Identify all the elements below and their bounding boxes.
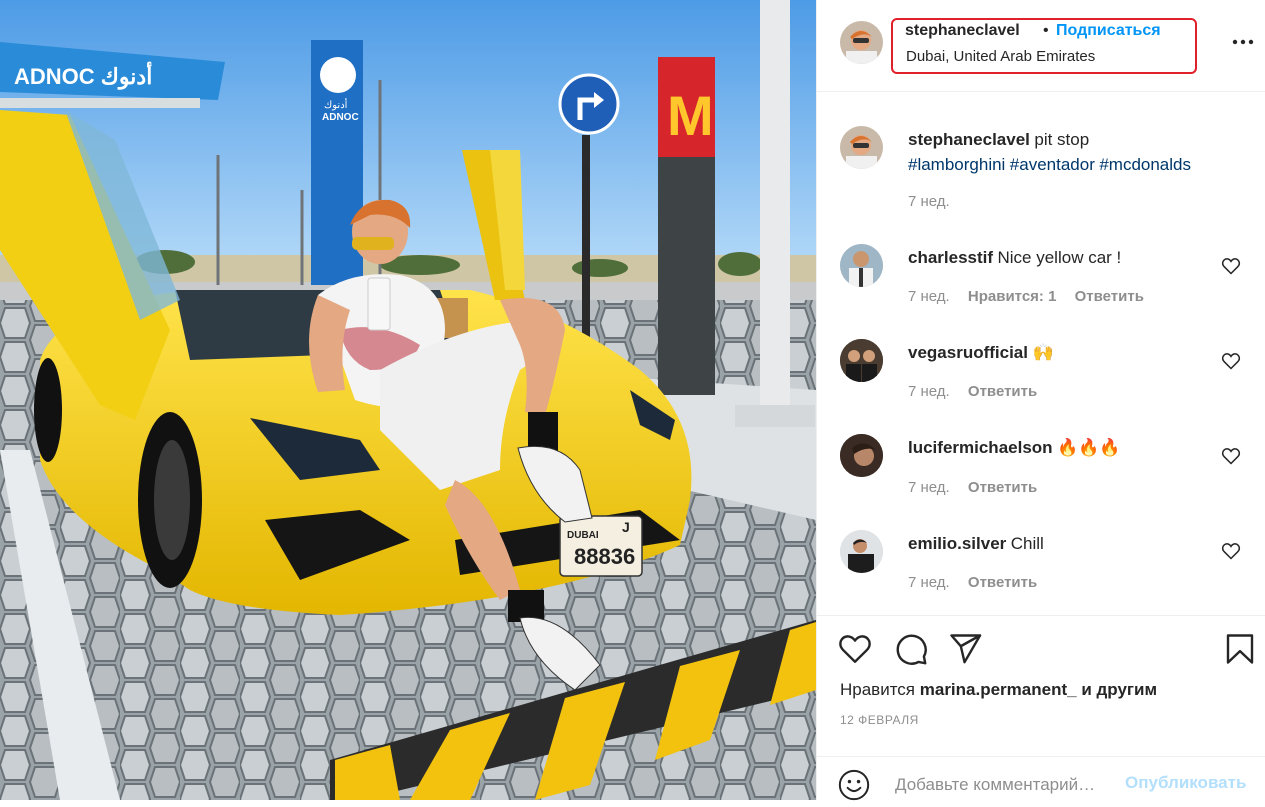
separator-dot: • (1043, 22, 1049, 39)
comment-like-heart-icon[interactable] (1221, 541, 1241, 561)
reply-button[interactable]: Ответить (968, 383, 1037, 400)
caption-username[interactable]: stephaneclavel (908, 130, 1030, 149)
plate-letter: J (622, 519, 630, 535)
comment-time[interactable]: 7 нед. (908, 383, 950, 400)
location-link[interactable]: Dubai, United Arab Emirates (906, 48, 1095, 65)
author-username[interactable]: stephaneclavel (905, 22, 1020, 40)
reply-button[interactable]: Ответить (968, 479, 1037, 496)
share-icon[interactable] (947, 631, 983, 667)
comment-meta: 7 нед. Ответить (908, 383, 1037, 400)
comment-input[interactable] (893, 769, 1137, 801)
post-panel: stephaneclavel • Подписаться Dubai, Unit… (816, 0, 1265, 801)
hashtag[interactable]: #lamborghini (908, 155, 1005, 174)
comment-avatar[interactable] (840, 339, 883, 382)
caption-text: pit stop (1034, 130, 1090, 149)
follow-button[interactable]: Подписаться (1056, 22, 1161, 40)
comment-text: Chill (1010, 534, 1044, 553)
likes-prefix: Нравится (840, 680, 916, 699)
adnoc-pylon-arabic: أدنوك (324, 98, 348, 111)
comment-icon[interactable] (893, 631, 929, 667)
post-actions: Нравится marina.permanent_ и другим 12 Ф… (817, 615, 1265, 801)
bookmark-icon[interactable] (1222, 631, 1258, 667)
comment-meta: 7 нед. Нравится: 1 Ответить (908, 288, 1144, 305)
publish-button[interactable]: Опубликовать (1125, 773, 1246, 793)
hashtag[interactable]: #aventador (1010, 155, 1095, 174)
comment-time[interactable]: 7 нед. (908, 574, 950, 591)
caption-time[interactable]: 7 нед. (908, 193, 950, 210)
adnoc-pylon-brand: ADNOC (322, 112, 359, 123)
comments-list: stephaneclavel pit stop #lamborghini #av… (817, 93, 1265, 615)
likes-and: и (1081, 680, 1092, 699)
comment-like-heart-icon[interactable] (1221, 446, 1241, 466)
plate-number: 88836 (574, 544, 635, 569)
mcdonalds-logo: M (667, 84, 714, 147)
more-dots-icon[interactable] (1231, 30, 1255, 54)
comment-text: Nice yellow car ! (997, 248, 1122, 267)
comment-time[interactable]: 7 нед. (908, 479, 950, 496)
comment-username[interactable]: lucifermichaelson (908, 438, 1053, 457)
post-date[interactable]: 12 ФЕВРАЛЯ (840, 713, 919, 727)
comment-text: 🔥🔥🔥 (1057, 438, 1121, 457)
hashtag[interactable]: #mcdonalds (1099, 155, 1191, 174)
add-comment-row: Опубликовать (817, 756, 1265, 801)
caption-avatar[interactable] (840, 126, 883, 169)
comment-avatar[interactable] (840, 434, 883, 477)
photo-scene: ADNOC أدنوك أدنوك ADNOC M DUBAI J 88836 (0, 0, 816, 800)
emoji-icon[interactable] (837, 768, 871, 802)
comment-like-heart-icon[interactable] (1221, 256, 1241, 276)
reply-button[interactable]: Ответить (968, 574, 1037, 591)
comment-username[interactable]: vegasruofficial (908, 343, 1028, 362)
comment-likes[interactable]: Нравится: 1 (968, 288, 1057, 305)
post-header: stephaneclavel • Подписаться Dubai, Unit… (817, 0, 1265, 92)
comment-username[interactable]: emilio.silver (908, 534, 1006, 553)
comment-meta: 7 нед. Ответить (908, 574, 1037, 591)
comment-username[interactable]: charlesstif (908, 248, 993, 267)
likes-summary: Нравится marina.permanent_ и другим (840, 680, 1157, 700)
comment-avatar[interactable] (840, 244, 883, 287)
plate-city: DUBAI (567, 530, 599, 541)
comment-avatar[interactable] (840, 530, 883, 573)
author-avatar[interactable] (840, 21, 883, 64)
comment-like-heart-icon[interactable] (1221, 351, 1241, 371)
adnoc-canopy-text: ADNOC أدنوك (14, 61, 152, 90)
likes-others[interactable]: другим (1097, 680, 1158, 699)
post-photo[interactable]: ADNOC أدنوك أدنوك ADNOC M DUBAI J 88836 (0, 0, 816, 800)
comment-text: 🙌 (1032, 343, 1054, 362)
comment-meta: 7 нед. Ответить (908, 479, 1037, 496)
comment-time[interactable]: 7 нед. (908, 288, 950, 305)
reply-button[interactable]: Ответить (1075, 288, 1144, 305)
heart-icon[interactable] (837, 631, 873, 667)
likes-user[interactable]: marina.permanent_ (920, 680, 1077, 699)
